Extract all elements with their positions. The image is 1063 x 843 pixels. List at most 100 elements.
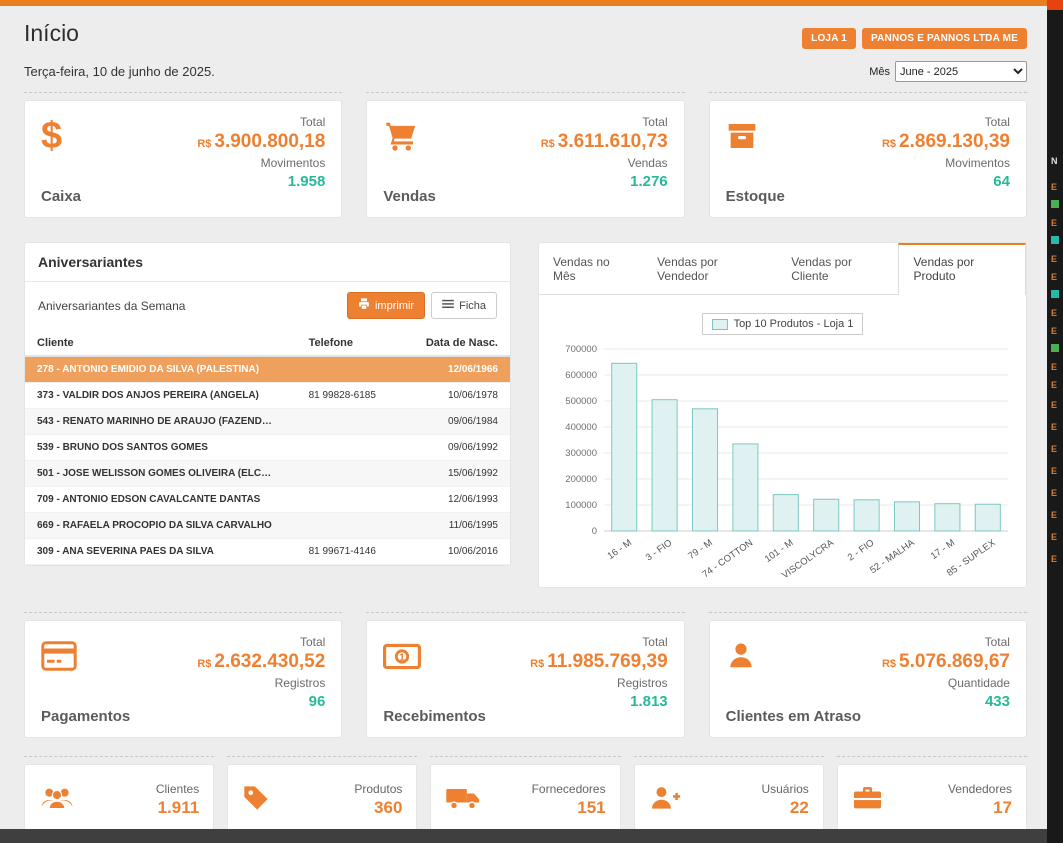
stat-card-title: Recebimentos xyxy=(383,708,486,725)
counter-text: Vendedores 17 xyxy=(948,782,1012,818)
count-label: Registros xyxy=(530,676,668,690)
produtos-bar-chart: 0100000200000300000400000500000600000700… xyxy=(548,339,1018,577)
count-value: 1.276 xyxy=(541,173,668,190)
side-strip-mark xyxy=(1051,290,1059,298)
svg-text:52 - MALHA: 52 - MALHA xyxy=(868,537,917,576)
table-row[interactable]: 278 - ANTONIO EMIDIO DA SILVA (PALESTINA… xyxy=(25,356,510,383)
svg-text:17 - M: 17 - M xyxy=(928,537,956,562)
side-strip-mark: E xyxy=(1051,254,1057,264)
counter-value: 1.911 xyxy=(156,798,199,818)
counter-value: 151 xyxy=(532,798,606,818)
side-strip-mark: E xyxy=(1051,380,1057,390)
birthdays-table-body: 278 - ANTONIO EMIDIO DA SILVA (PALESTINA… xyxy=(25,356,510,565)
top-accent-bar xyxy=(0,0,1047,6)
stat-col: 1 Recebimentos Total R$11.985.769,39 Reg… xyxy=(366,612,684,738)
count-label: Movimentos xyxy=(882,156,1010,170)
stats-row-2: Pagamentos Total R$2.632.430,52 Registro… xyxy=(24,612,1027,738)
count-value: 1.958 xyxy=(197,173,325,190)
total-label: Total xyxy=(882,635,1010,649)
col-data-nasc: Data de Nasc. xyxy=(413,331,510,356)
cell-telefone: 81 99671-4146 xyxy=(297,539,413,565)
clientes-em-atraso-card: Clientes em Atraso Total R$5.076.869,67 … xyxy=(709,620,1027,738)
cell-data-nasc: 12/06/1966 xyxy=(413,356,510,383)
total-value: R$2.632.430,52 xyxy=(197,652,325,673)
cell-data-nasc: 11/06/1995 xyxy=(413,513,510,539)
cell-data-nasc: 12/06/1993 xyxy=(413,487,510,513)
total-label: Total xyxy=(541,115,668,129)
svg-text:101 - M: 101 - M xyxy=(762,537,795,565)
store-badge[interactable]: LOJA 1 xyxy=(802,28,856,49)
pagamentos-card: Pagamentos Total R$2.632.430,52 Registro… xyxy=(24,620,342,738)
total-value: R$2.869.130,39 xyxy=(882,132,1010,153)
cell-cliente: 539 - BRUNO DOS SANTOS GOMES xyxy=(25,435,297,461)
cell-telefone xyxy=(297,461,413,487)
company-badge[interactable]: PANNOS E PANNOS LTDA ME xyxy=(862,28,1027,49)
tab-vendas-por-vendedor[interactable]: Vendas por Vendedor xyxy=(643,243,777,294)
col-telefone: Telefone xyxy=(297,331,413,356)
month-select[interactable]: June - 2025 xyxy=(895,61,1027,82)
stat-right: Total R$2.869.130,39 Movimentos 64 xyxy=(882,115,1010,205)
side-window-strip: NEEEEEEEEEEEEEEEE xyxy=(1047,0,1063,843)
total-label: Total xyxy=(530,635,668,649)
month-picker: Mês June - 2025 xyxy=(869,61,1027,82)
caixa-card: $ Caixa Total R$3.900.800,18 Movimentos … xyxy=(24,100,342,218)
svg-text:200000: 200000 xyxy=(565,474,597,485)
side-strip-mark: E xyxy=(1051,272,1057,282)
svg-text:1: 1 xyxy=(399,652,405,663)
print-button[interactable]: imprimir xyxy=(347,292,425,319)
chart-area: Top 10 Produtos - Loja 1 010000020000030… xyxy=(539,295,1026,587)
tab-vendas-por-cliente[interactable]: Vendas por Cliente xyxy=(777,243,898,294)
table-row[interactable]: 709 - ANTONIO EDSON CAVALCANTE DANTAS 12… xyxy=(25,487,510,513)
cell-cliente: 709 - ANTONIO EDSON CAVALCANTE DANTAS xyxy=(25,487,297,513)
cart-icon xyxy=(383,115,436,157)
dollar-icon: $ xyxy=(41,115,81,157)
table-row[interactable]: 373 - VALDIR DOS ANJOS PEREIRA (ANGELA) … xyxy=(25,383,510,409)
counter-col: Clientes 1.911 xyxy=(24,756,214,836)
counter-value: 22 xyxy=(761,798,808,818)
svg-text:79 - M: 79 - M xyxy=(686,537,714,562)
cell-telefone xyxy=(297,513,413,539)
stat-card-title: Vendas xyxy=(383,188,436,205)
cell-cliente: 669 - RAFAELA PROCOPIO DA SILVA CARVALHO xyxy=(25,513,297,539)
tab-vendas-no-mes[interactable]: Vendas no Mês xyxy=(539,243,643,294)
stat-card-title: Caixa xyxy=(41,188,81,205)
produtos-counter-card: Produtos 360 xyxy=(227,764,417,836)
side-strip-mark: E xyxy=(1051,326,1057,336)
table-row[interactable]: 539 - BRUNO DOS SANTOS GOMES 09/06/1992 xyxy=(25,435,510,461)
cell-telefone xyxy=(297,356,413,383)
stat-right: Total R$2.632.430,52 Registros 96 xyxy=(197,635,325,725)
stat-left: Estoque xyxy=(726,115,785,205)
cell-cliente: 309 - ANA SEVERINA PAES DA SILVA xyxy=(25,539,297,565)
side-strip-mark xyxy=(1051,200,1059,208)
stat-left: Pagamentos xyxy=(41,635,130,725)
total-value: R$3.900.800,18 xyxy=(197,132,325,153)
side-strip-mark: E xyxy=(1051,400,1057,410)
bottom-window-edge xyxy=(0,829,1047,843)
toolbar-buttons: imprimir Ficha xyxy=(347,292,497,319)
cell-data-nasc: 10/06/2016 xyxy=(413,539,510,565)
side-strip-mark: E xyxy=(1051,510,1057,520)
ficha-button[interactable]: Ficha xyxy=(431,292,497,319)
count-value: 1.813 xyxy=(530,693,668,710)
cell-telefone xyxy=(297,435,413,461)
table-row[interactable]: 669 - RAFAELA PROCOPIO DA SILVA CARVALHO… xyxy=(25,513,510,539)
stat-col: $ Caixa Total R$3.900.800,18 Movimentos … xyxy=(24,92,342,218)
stat-col: Pagamentos Total R$2.632.430,52 Registro… xyxy=(24,612,342,738)
table-row[interactable]: 543 - RENATO MARINHO DE ARAUJO (FAZEND… … xyxy=(25,409,510,435)
svg-text:500000: 500000 xyxy=(565,396,597,407)
truck-icon xyxy=(445,785,481,816)
svg-text:300000: 300000 xyxy=(565,448,597,459)
stat-left: Vendas xyxy=(383,115,436,205)
counter-label: Clientes xyxy=(156,782,199,796)
month-label: Mês xyxy=(869,66,890,78)
cell-cliente: 543 - RENATO MARINHO DE ARAUJO (FAZEND… xyxy=(25,409,297,435)
counter-text: Produtos 360 xyxy=(354,782,402,818)
sales-tabs: Vendas no Mês Vendas por Vendedor Vendas… xyxy=(539,243,1026,295)
svg-text:100000: 100000 xyxy=(565,500,597,511)
count-value: 433 xyxy=(882,693,1010,710)
table-row[interactable]: 309 - ANA SEVERINA PAES DA SILVA 81 9967… xyxy=(25,539,510,565)
table-row[interactable]: 501 - JOSE WELISSON GOMES OLIVEIRA (ELC…… xyxy=(25,461,510,487)
stat-right: Total R$3.900.800,18 Movimentos 1.958 xyxy=(197,115,325,205)
tab-vendas-por-produto[interactable]: Vendas por Produto xyxy=(898,243,1026,295)
stat-right: Total R$3.611.610,73 Vendas 1.276 xyxy=(541,115,668,205)
